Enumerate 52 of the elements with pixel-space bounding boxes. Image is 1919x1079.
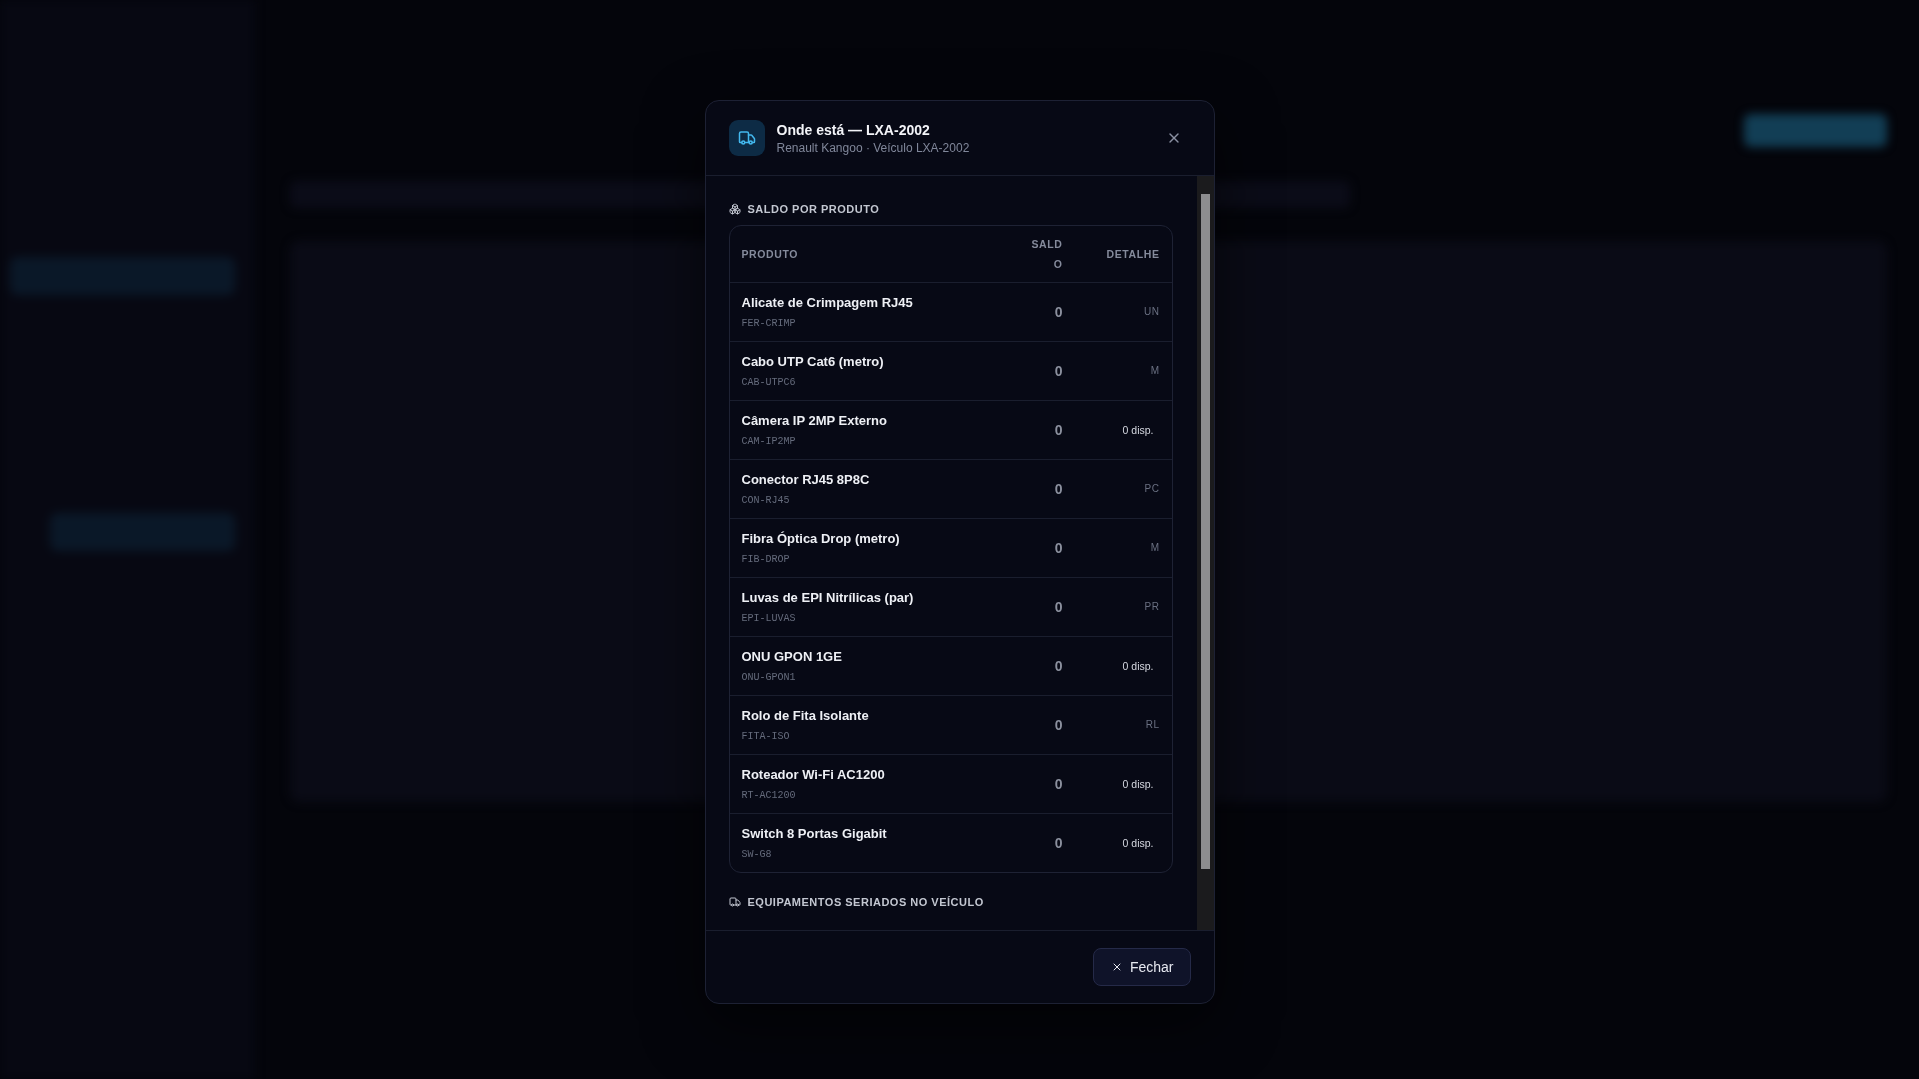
balance-value: 0 [1054,303,1063,321]
balance-value: 0 [1054,598,1063,616]
truck-icon [728,896,741,908]
balance-value: 0 [1054,421,1063,439]
boxes-icon [728,203,741,215]
product-name: Alicate de Crimpagem RJ45 [741,294,913,312]
product-code: SW-G8 [741,848,772,862]
availability-label: 0 disp. [1122,423,1154,438]
dialog-title: Onde está — LXA-2002 [776,120,930,140]
truck-icon [728,120,765,156]
close-button[interactable]: Fechar [1092,948,1191,986]
section-heading: EQUIPAMENTOS SERIADOS NO VEÍCULO [747,896,984,908]
product-code: FIB-DROP [741,553,790,567]
column-header: DETALHE [1105,247,1161,262]
product-name: Conector RJ45 8P8C [741,471,870,489]
availability-label: 0 disp. [1122,659,1154,674]
availability-label: 0 disp. [1122,777,1154,792]
column-header: PRODUTO [740,247,799,262]
product-code: EPI-LUVAS [741,612,796,626]
product-name: ONU GPON 1GE [741,648,842,666]
product-code: RT-AC1200 [741,789,796,803]
product-code: ONU-GPON1 [741,671,796,685]
unit-label: M [1150,541,1160,555]
balance-value: 0 [1054,657,1063,675]
product-name: Fibra Óptica Drop (metro) [741,530,900,548]
balance-value: 0 [1054,775,1063,793]
balance-value: 0 [1054,480,1063,498]
product-name: Roteador Wi-Fi AC1200 [741,766,885,784]
product-name: Switch 8 Portas Gigabit [741,825,887,843]
availability-label: 0 disp. [1122,836,1154,851]
product-code: CON-RJ45 [741,494,790,508]
dialog-subtitle: Renault Kangoo · Veículo LXA-2002 [776,139,970,157]
product-name: Cabo UTP Cat6 (metro) [741,353,884,371]
product-code: FITA-ISO [741,730,790,744]
balance-value: 0 [1054,539,1063,557]
balance-value: 0 [1054,834,1063,852]
product-code: CAB-UTPC6 [741,376,796,390]
product-name: Luvas de EPI Nitrílicas (par) [741,589,914,607]
unit-label: RL [1145,718,1160,732]
product-code: FER-CRIMP [741,317,796,331]
unit-label: PC [1144,482,1160,496]
section-heading: SALDO POR PRODUTO [747,203,880,215]
product-name: Câmera IP 2MP Externo [741,412,887,430]
column-header: SALDO [1030,237,1064,272]
product-name: Rolo de Fita Isolante [741,707,869,725]
balance-value: 0 [1054,716,1063,734]
unit-label: M [1150,364,1160,378]
product-code: CAM-IP2MP [741,435,796,449]
unit-label: PR [1144,600,1160,614]
unit-label: UN [1144,305,1160,319]
balance-value: 0 [1054,362,1063,380]
scrollbar-thumb[interactable] [1200,194,1210,869]
